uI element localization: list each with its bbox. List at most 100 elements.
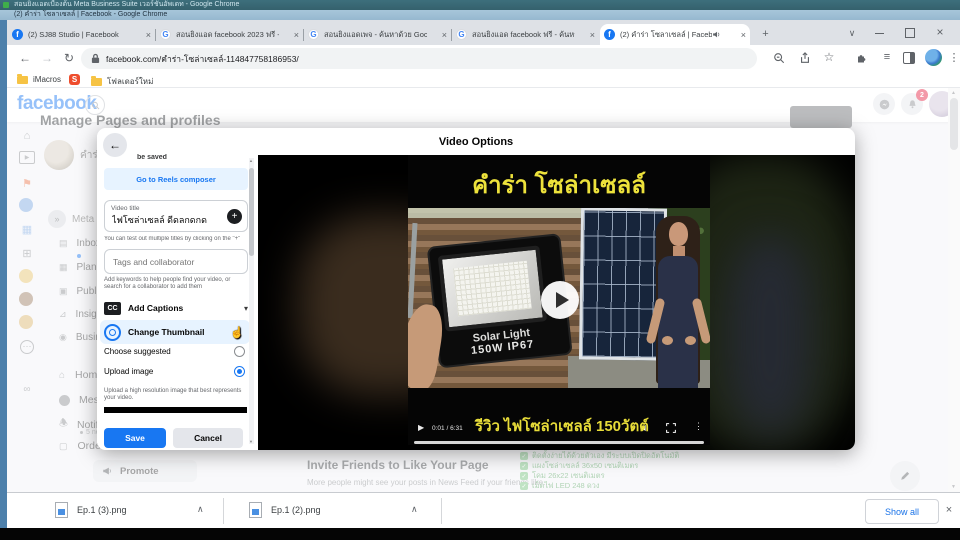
tab-label: สอนยิงแอด facebook 2023 ฟรี - ค้..: [176, 29, 279, 41]
lock-icon: [91, 53, 100, 64]
tab-close-icon[interactable]: ×: [741, 30, 746, 40]
download-chevron-icon[interactable]: ∧: [197, 504, 204, 515]
forward-icon[interactable]: →: [39, 50, 55, 66]
bookmark-label: iMacros: [33, 75, 61, 84]
zoom-icon[interactable]: [771, 50, 787, 66]
address-bar[interactable]: facebook.com/คำร่า-โซล่าเซลล์-1148477581…: [81, 48, 757, 69]
share-icon[interactable]: [797, 50, 813, 66]
maximize-button[interactable]: [905, 28, 915, 38]
play-triangle-icon: [556, 292, 569, 308]
download-chevron-icon[interactable]: ∧: [411, 504, 418, 515]
player-menu-dots-icon[interactable]: ⋮: [694, 421, 703, 432]
presenter-torso: [658, 256, 698, 388]
profile-avatar[interactable]: [925, 49, 942, 66]
cc-icon: CC: [104, 302, 121, 315]
go-to-reels-link[interactable]: Go to Reels composer: [104, 168, 248, 190]
tab-google-search-3[interactable]: G สอนยิงแอด facebook ฟรี - ค้นหาด้.. ×: [452, 24, 599, 45]
tab-search-chevron-icon[interactable]: ∨: [845, 26, 859, 40]
bookmark-new-folder[interactable]: โฟลเดอร์ใหม่: [91, 75, 153, 88]
video-stage: คำร่า โซล่าเซลล์: [258, 155, 855, 450]
tab-close-icon[interactable]: ×: [442, 30, 447, 40]
tab-google-search-2[interactable]: G สอนยิงแอดเพจ - ค้นหาด้วย Google ×: [304, 24, 451, 45]
panel-scrollbar[interactable]: ▲ ▼: [249, 158, 254, 444]
blur-blob: [728, 235, 813, 435]
tags-input[interactable]: [111, 256, 243, 268]
image-file-icon: [249, 502, 262, 518]
cancel-button[interactable]: Cancel: [173, 428, 243, 448]
save-button[interactable]: Save: [104, 428, 166, 448]
upload-image-option[interactable]: Upload image: [104, 366, 245, 377]
floodlight-led-grid: [453, 261, 532, 316]
tab-audio-icon[interactable]: [712, 30, 721, 39]
change-thumbnail-row[interactable]: Change Thumbnail ☝: [100, 320, 250, 344]
bookmark-imacros[interactable]: iMacros: [17, 75, 61, 84]
background-window-titlebar-1[interactable]: สอนยิงแอดเบื้องต้น Meta Business Suite เ…: [0, 0, 960, 10]
scroll-down-arrow[interactable]: ▼: [249, 439, 253, 444]
side-panel-icon[interactable]: [903, 52, 915, 64]
download-item-2[interactable]: Ep.1 (2).png: [249, 502, 321, 518]
video-caption: รีวิว ไฟโซล่าเซลล์ 150วัตต์: [436, 414, 688, 438]
facebook-favicon: f: [604, 29, 615, 40]
player-play-icon[interactable]: ▶: [418, 423, 424, 432]
downloads-bar: Ep.1 (3).png ∧ Ep.1 (2).png ∧ Show all ×: [7, 492, 960, 528]
upload-hint: Upload a high resolution image that best…: [104, 388, 248, 402]
reload-icon[interactable]: ↻: [61, 50, 77, 66]
tab-active-kamra-solarcell[interactable]: f (2) คำร่า โซลาเซลล์ | Facebook ×: [600, 24, 750, 45]
show-all-button[interactable]: Show all: [865, 499, 939, 524]
menu-dots-icon[interactable]: ⋮: [948, 49, 960, 66]
tab-bar: f (2) SJ88 Studio | Facebook × G สอนยิงแ…: [7, 20, 960, 45]
url-text: facebook.com/คำร่า-โซล่าเซลล์-1148477581…: [106, 52, 299, 66]
modal-left-panel: be saved Go to Reels composer Video titl…: [97, 128, 258, 450]
radio-unselected-icon[interactable]: [234, 346, 245, 357]
downloads-close-icon[interactable]: ×: [941, 502, 957, 518]
background-window-titlebar-2[interactable]: (2) คำร่า โซลาเซลล์ | Facebook - Google …: [0, 10, 960, 20]
scrollbar-thumb[interactable]: [249, 168, 254, 256]
add-title-plus-icon[interactable]: +: [227, 209, 242, 224]
tab-label: (2) SJ88 Studio | Facebook: [28, 30, 131, 39]
extensions-puzzle-icon[interactable]: [853, 50, 869, 66]
video-overlay-title: คำร่า โซล่าเซลล์: [408, 165, 710, 204]
tab-close-icon[interactable]: ×: [146, 30, 151, 40]
scroll-up-arrow[interactable]: ▲: [249, 158, 253, 163]
bookmark-star-icon[interactable]: ☆: [821, 49, 837, 65]
upload-image-label: Upload image: [104, 367, 153, 376]
player-progress-bar[interactable]: [414, 441, 704, 444]
video-title-label: Video title: [111, 205, 139, 212]
change-thumbnail-label: Change Thumbnail: [128, 327, 205, 337]
download-separator: [441, 498, 442, 524]
modal-back-button[interactable]: ←: [103, 133, 127, 157]
download-item-1[interactable]: Ep.1 (3).png: [55, 502, 127, 518]
facebook-page: facebook 2 Manage Pages and profiles ⌂ ▶…: [7, 88, 960, 492]
download-separator: [223, 498, 224, 524]
add-captions-row[interactable]: CC Add Captions ▾: [104, 298, 248, 318]
minimize-button[interactable]: [875, 33, 884, 34]
window-close-button[interactable]: ×: [933, 25, 947, 39]
browser-toolbar: ← → ↻ facebook.com/คำร่า-โซล่าเซลล์-1148…: [7, 45, 960, 72]
tags-hint: Add keywords to help people find your vi…: [104, 277, 248, 291]
bookmarks-bar: iMacros S โฟลเดอร์ใหม่: [7, 72, 960, 88]
video-player[interactable]: คำร่า โซล่าเซลล์: [408, 155, 710, 445]
choose-suggested-option[interactable]: Choose suggested: [104, 346, 245, 357]
download-filename: Ep.1 (3).png: [77, 505, 127, 515]
radio-selected-icon[interactable]: [234, 366, 245, 377]
tab-label: สอนยิงแอดเพจ - ค้นหาด้วย Google: [324, 29, 427, 41]
chevron-down-icon: ▾: [244, 304, 248, 313]
google-favicon: G: [308, 29, 319, 40]
video-title-input[interactable]: [110, 214, 224, 226]
reading-list-icon[interactable]: ≡: [879, 49, 895, 65]
presenter-hand-left: [662, 336, 673, 345]
back-icon[interactable]: ←: [17, 50, 33, 66]
play-button[interactable]: [541, 281, 579, 319]
window-icon: [3, 2, 9, 8]
tab-google-search-1[interactable]: G สอนยิงแอด facebook 2023 ฟรี - ค้.. ×: [156, 24, 303, 45]
folder-icon: [91, 78, 102, 86]
bookmark-shopee-icon[interactable]: S: [69, 74, 80, 85]
tab-sj88-studio[interactable]: f (2) SJ88 Studio | Facebook ×: [8, 24, 155, 45]
choose-suggested-label: Choose suggested: [104, 347, 171, 356]
video-title-card: Video title +: [104, 200, 248, 232]
google-favicon: G: [456, 29, 467, 40]
tab-close-icon[interactable]: ×: [590, 30, 595, 40]
facebook-favicon: f: [12, 29, 23, 40]
new-tab-button[interactable]: +: [759, 27, 772, 40]
tab-close-icon[interactable]: ×: [294, 30, 299, 40]
